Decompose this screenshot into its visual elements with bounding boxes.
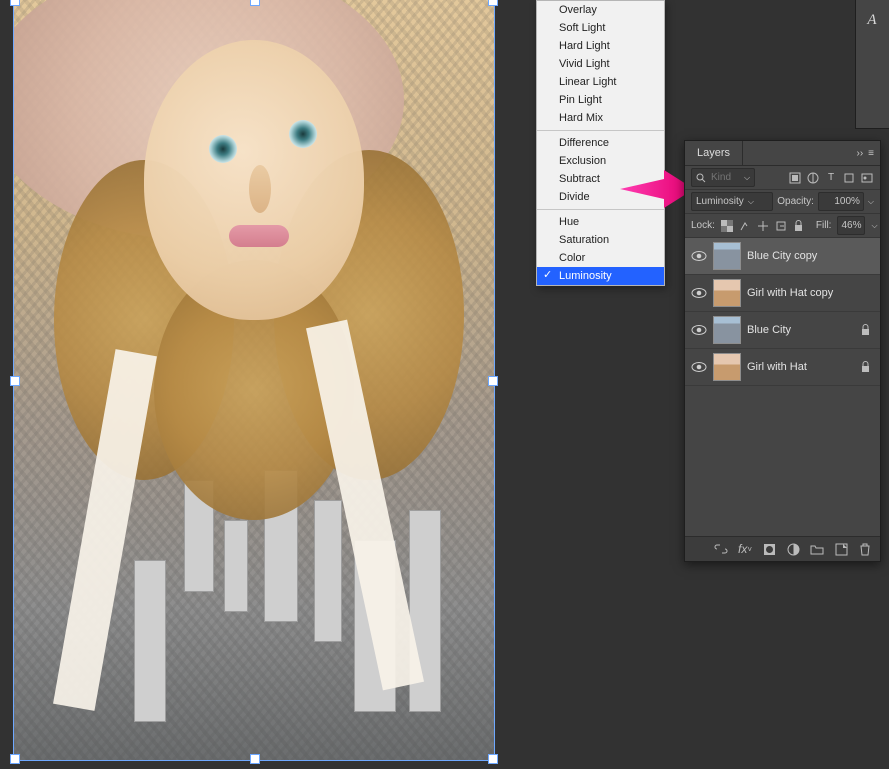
visibility-toggle[interactable] <box>691 361 707 373</box>
blend-mode-menu[interactable]: OverlaySoft LightHard LightVivid LightLi… <box>536 0 665 286</box>
character-panel-collapsed[interactable]: A <box>855 0 889 129</box>
panel-menu-icon[interactable]: ≡ <box>868 148 874 159</box>
layer-row[interactable]: Girl with Hat <box>685 349 880 386</box>
visibility-toggle[interactable] <box>691 324 707 336</box>
layers-panel: Layers ›› ≡ ⌵ T Luminosity⌵ Opacity: 100… <box>684 140 881 562</box>
menu-item-pin-light[interactable]: Pin Light <box>537 91 664 109</box>
transform-handle[interactable] <box>10 754 20 764</box>
lock-pixels-icon[interactable] <box>739 219 751 233</box>
tab-layers[interactable]: Layers <box>685 141 743 165</box>
menu-item-overlay[interactable]: Overlay <box>537 1 664 19</box>
filter-smart-icon[interactable] <box>860 171 874 185</box>
opacity-value[interactable]: 100% <box>818 192 864 211</box>
lock-all-icon[interactable] <box>793 219 804 233</box>
layer-filter-bar: ⌵ T <box>685 166 880 190</box>
filter-shape-icon[interactable] <box>842 171 856 185</box>
layer-filter-kind[interactable]: ⌵ <box>691 168 755 187</box>
adjustment-layer-icon[interactable] <box>786 542 800 556</box>
lock-transparent-icon[interactable] <box>721 219 733 233</box>
transform-handle[interactable] <box>10 0 20 6</box>
menu-item-exclusion[interactable]: Exclusion <box>537 152 664 170</box>
new-layer-icon[interactable] <box>834 542 848 556</box>
menu-item-saturation[interactable]: Saturation <box>537 231 664 249</box>
transform-handle[interactable] <box>488 754 498 764</box>
menu-item-soft-light[interactable]: Soft Light <box>537 19 664 37</box>
layer-row[interactable]: Girl with Hat copy <box>685 275 880 312</box>
lock-icon[interactable] <box>860 361 874 373</box>
layer-thumbnail[interactable] <box>713 353 741 381</box>
layer-thumbnail[interactable] <box>713 316 741 344</box>
chevron-down-icon[interactable]: ⌵ <box>868 197 874 207</box>
link-layers-icon[interactable] <box>714 542 728 556</box>
layer-thumbnail[interactable] <box>713 279 741 307</box>
lock-icon[interactable] <box>860 324 874 336</box>
collapse-icon[interactable]: ›› <box>856 148 863 159</box>
transform-handle[interactable] <box>488 376 498 386</box>
layer-name[interactable]: Blue City <box>747 324 854 336</box>
chevron-down-icon[interactable]: ⌵ <box>871 221 877 231</box>
menu-item-color[interactable]: Color <box>537 249 664 267</box>
menu-item-subtract[interactable]: Subtract <box>537 170 664 188</box>
image-composite <box>14 0 494 760</box>
layer-row[interactable]: Blue City copy <box>685 238 880 275</box>
menu-item-hard-light[interactable]: Hard Light <box>537 37 664 55</box>
menu-item-vivid-light[interactable]: Vivid Light <box>537 55 664 73</box>
canvas[interactable] <box>14 0 494 760</box>
layer-name[interactable]: Girl with Hat copy <box>747 287 854 299</box>
lock-label: Lock: <box>691 220 715 231</box>
layer-name[interactable]: Girl with Hat <box>747 361 854 373</box>
visibility-toggle[interactable] <box>691 250 707 262</box>
blend-mode-select[interactable]: Luminosity⌵ <box>691 192 773 211</box>
layer-thumbnail[interactable] <box>713 242 741 270</box>
group-icon[interactable] <box>810 542 824 556</box>
opacity-label: Opacity: <box>777 196 814 207</box>
chevron-down-icon: ⌵ <box>744 173 750 183</box>
menu-item-divide[interactable]: Divide <box>537 188 664 206</box>
visibility-toggle[interactable] <box>691 287 707 299</box>
layer-list: Blue City copy Girl with Hat copy Blue Cit… <box>685 238 880 386</box>
filter-adjust-icon[interactable] <box>806 171 820 185</box>
chevron-down-icon: ⌵ <box>748 197 754 207</box>
menu-item-hue[interactable]: Hue <box>537 213 664 231</box>
lock-position-icon[interactable] <box>757 219 769 233</box>
search-icon <box>696 173 706 183</box>
layer-row[interactable]: Blue City <box>685 312 880 349</box>
layers-bottom-bar: fx˅ <box>685 536 880 561</box>
transform-handle[interactable] <box>250 754 260 764</box>
layer-style-icon[interactable]: fx˅ <box>738 542 752 556</box>
fill-value[interactable]: 46% <box>837 216 865 235</box>
lock-bar: Lock: Fill: 46% ⌵ <box>685 214 880 238</box>
layer-filter-input[interactable] <box>709 171 741 184</box>
filter-pixel-icon[interactable] <box>788 171 802 185</box>
transform-handle[interactable] <box>10 376 20 386</box>
character-icon: A <box>862 12 882 32</box>
panel-tabbar: Layers ›› ≡ <box>685 141 880 166</box>
transform-handle[interactable] <box>250 0 260 6</box>
filter-type-icon[interactable]: T <box>824 171 838 185</box>
menu-item-linear-light[interactable]: Linear Light <box>537 73 664 91</box>
menu-item-difference[interactable]: Difference <box>537 134 664 152</box>
layer-name[interactable]: Blue City copy <box>747 250 854 262</box>
menu-item-luminosity[interactable]: Luminosity <box>537 267 664 285</box>
menu-item-hard-mix[interactable]: Hard Mix <box>537 109 664 127</box>
blend-opacity-bar: Luminosity⌵ Opacity: 100% ⌵ <box>685 190 880 214</box>
transform-handle[interactable] <box>488 0 498 6</box>
fill-label: Fill: <box>816 220 832 231</box>
lock-artboard-icon[interactable] <box>775 219 787 233</box>
delete-layer-icon[interactable] <box>858 542 872 556</box>
layer-mask-icon[interactable] <box>762 542 776 556</box>
